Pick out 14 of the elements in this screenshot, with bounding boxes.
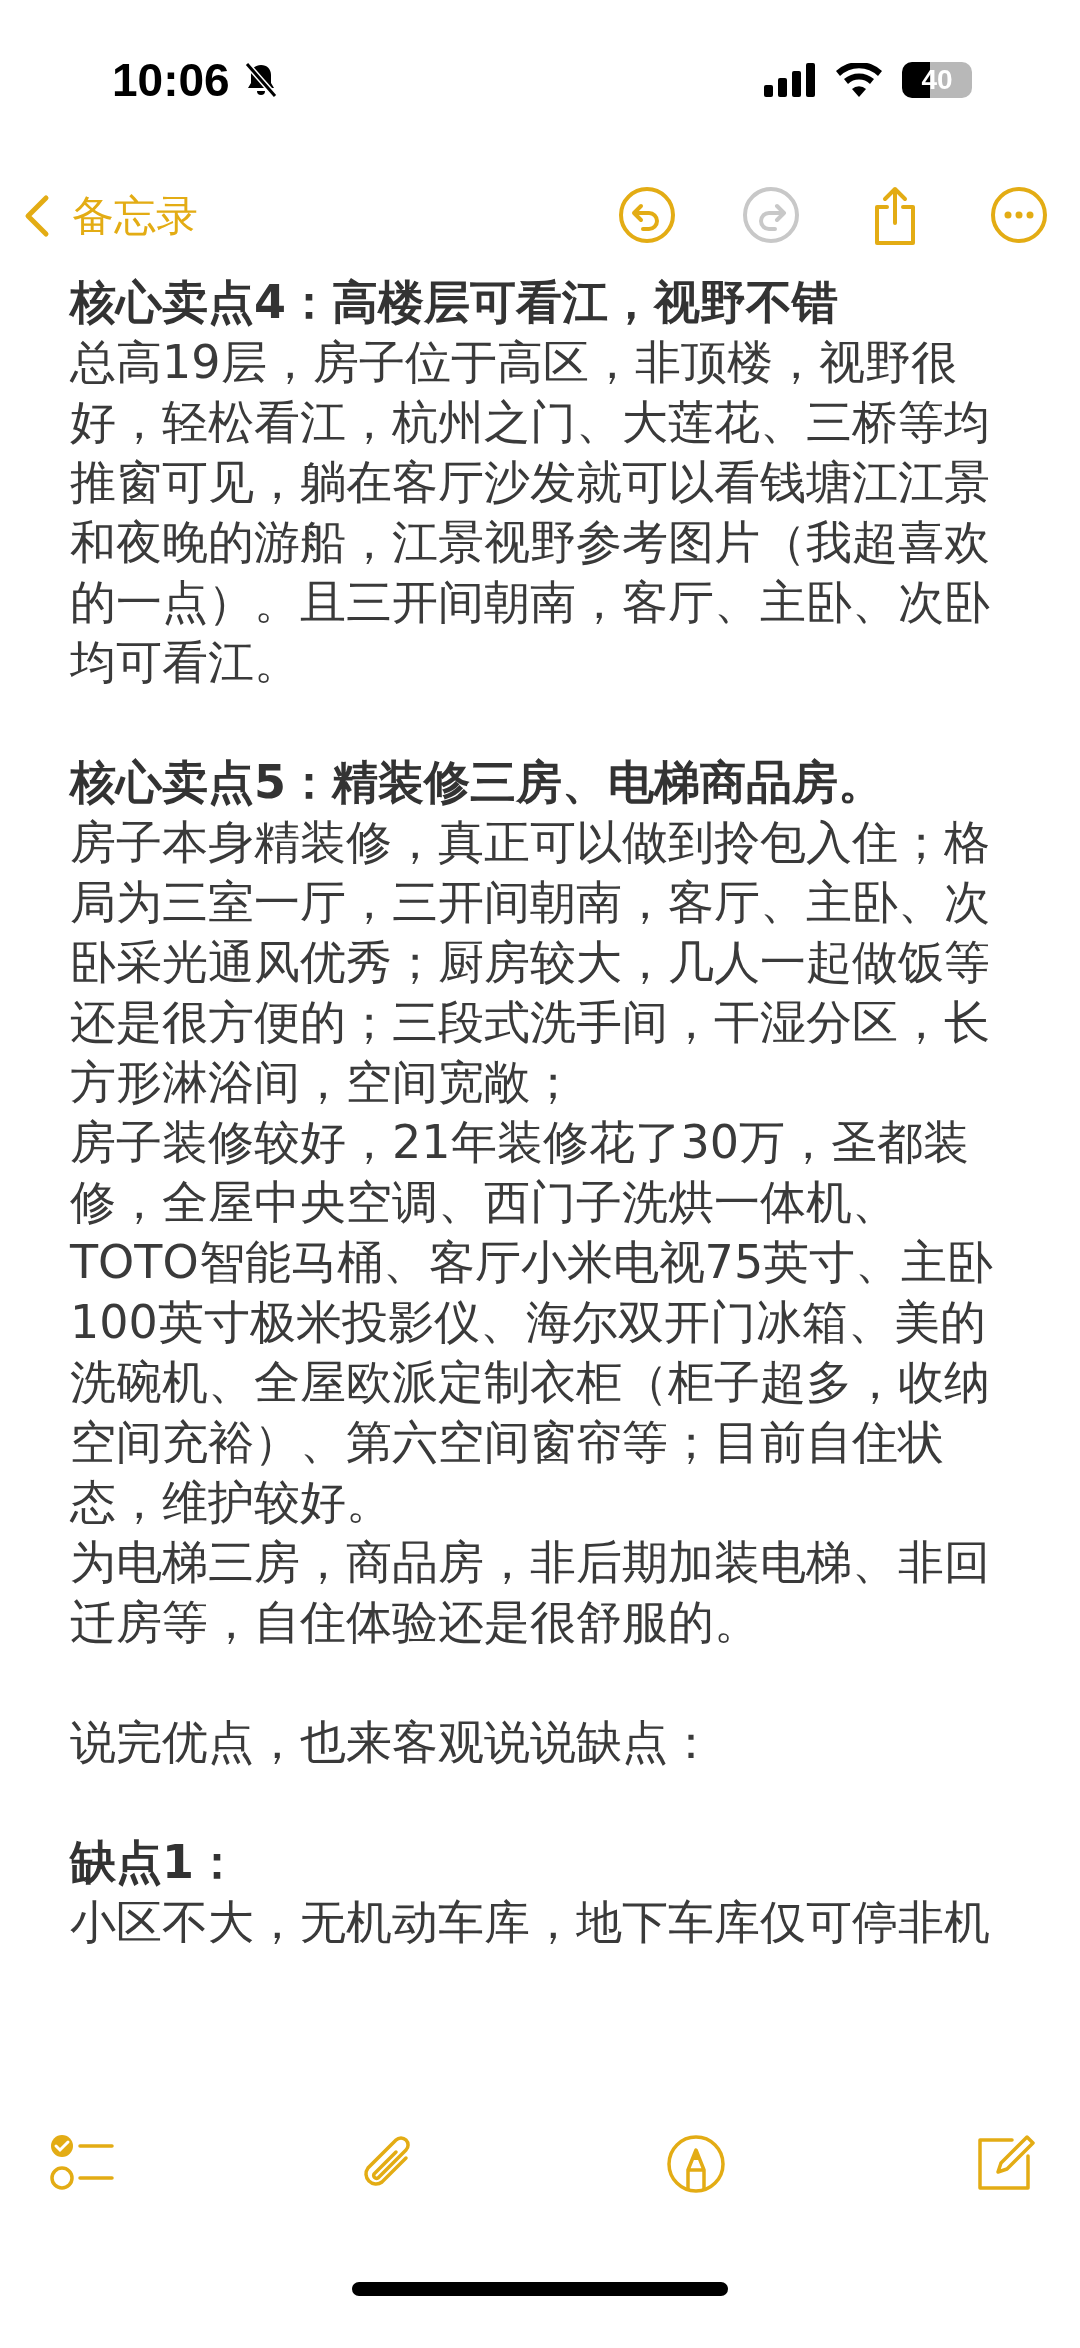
note-paragraph: 房子装修较好，21年装修花了30万，圣都装修，全屋中央空调、西门子洗烘一体机、TOTO智能马桶、客厅小米电视75英寸、主卧100英寸极米投影仪、海尔双开门冰箱、美的洗碗机、全屋欧派定制衣柜（柜子超多，收纳空间充裕）、第六空间窗帘等；目前自住状态，维护较好。 [70, 1114, 995, 1531]
note-heading: 核心卖点4：高楼层可看江，视野不错 [70, 274, 839, 331]
note-heading: 核心卖点5：精装修三房、电梯商品房。 [70, 754, 885, 811]
note-paragraph: 总高19层，房子位于高区，非顶楼，视野很好，轻松看江，杭州之门、大莲花、三桥等均推窗可见，躺在客厅沙发就可以看钱塘江江景和夜晚的游船，江景视野参考图片（我超喜欢的一点）。且三开间朝南，客厅、主卧、次卧均可看江。 [70, 334, 991, 691]
status-time: 10:06 [112, 53, 230, 107]
wifi-icon [836, 63, 882, 97]
note-paragraph: 说完优点，也来客观说说缺点： [70, 1714, 715, 1771]
note-paragraph: 为电梯三房，商品房，非后期加装电梯、非回迁房等，自住体验还是很舒服的。 [70, 1534, 991, 1651]
note-paragraph: 房子本身精装修，真正可以做到拎包入住；格局为三室一厅，三开间朝南，客厅、主卧、次卧采光通风优秀；厨房较大，几人一起做饭等还是很方便的；三段式洗手间，干湿分区，长方形淋浴间，空间宽敞； [70, 814, 991, 1111]
back-button[interactable]: 备忘录 [24, 188, 198, 244]
note-paragraph: 小区不大，无机动车库，地下车库仅可停非机 [70, 1894, 991, 1951]
signal-icon [764, 63, 816, 97]
chevron-left-icon [24, 194, 50, 238]
note-heading: 缺点1： [70, 1834, 241, 1891]
